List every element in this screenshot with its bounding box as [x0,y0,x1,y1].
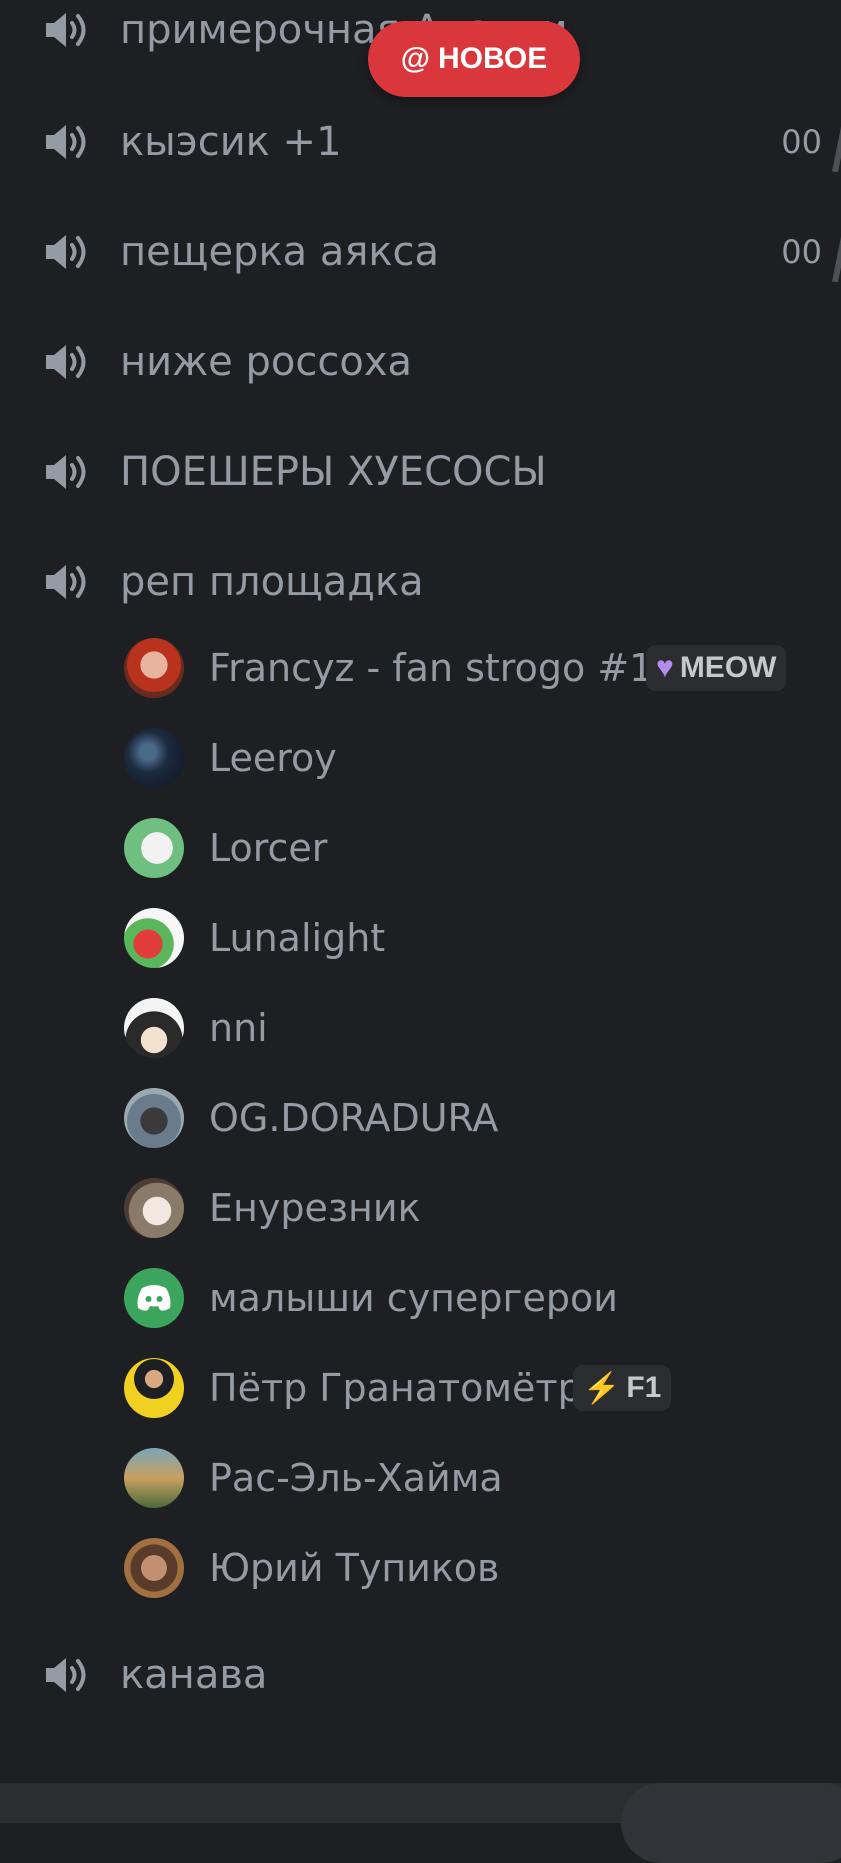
voice-member-lorcer[interactable]: Lorcer [0,803,841,893]
avatar [124,728,184,788]
new-pill-label: НОВОЕ [438,42,548,75]
voice-channel-kyesik[interactable]: кыэсик +1 00 [0,97,841,187]
voice-member-leeroy[interactable]: Leeroy [0,713,841,803]
channel-name: реп площадка [120,559,424,605]
voice-channel-nizhe-rossokha[interactable]: ниже россоха [0,317,841,407]
member-name: Francyz - fan strogo #1 [209,646,654,690]
member-name: Рас-Эль-Хайма [209,1456,503,1500]
discord-logo-icon [137,1285,171,1311]
channel-name: канава [120,1652,268,1698]
channel-name: ниже россоха [120,339,413,385]
channel-name: пещерка аякса [120,229,440,275]
avatar [124,1178,184,1238]
member-tag: ♥ MEOW [646,645,787,691]
avatar [124,908,184,968]
member-name: OG.DORADURA [209,1096,499,1140]
user-limit-divider [832,236,841,282]
member-name: Пётр Гранатомётр [209,1366,582,1410]
tag-text: MEOW [679,651,777,684]
user-limit: 00 [781,123,822,161]
voice-channel-kanava[interactable]: канава [0,1630,841,1720]
voice-channel-peshcherka[interactable]: пещерка аякса 00 [0,207,841,297]
voice-channel-poeshery[interactable]: ПОЕШЕРЫ ХУЕСОСЫ [0,427,841,517]
at-icon: @ [400,42,430,75]
speaker-icon [42,227,92,277]
lightning-icon: ⚡ [583,1371,621,1405]
avatar [124,638,184,698]
user-limit: 00 [781,233,822,271]
avatar [124,1268,184,1328]
voice-member-ras-el-khaima[interactable]: Рас-Эль-Хайма [0,1433,841,1523]
member-name: Юрий Тупиков [209,1546,500,1590]
speaker-icon [42,1650,92,1700]
speaker-icon [42,5,92,55]
member-name: nni [209,1006,268,1050]
voice-member-enureznik[interactable]: Енурезник [0,1163,841,1253]
purple-heart-icon: ♥ [656,651,674,684]
user-limit-divider [832,126,841,172]
voice-member-og-doradura[interactable]: OG.DORADURA [0,1073,841,1163]
speaker-icon [42,557,92,607]
new-messages-pill[interactable]: @ НОВОЕ [368,21,580,97]
member-name: Lorcer [209,826,328,870]
avatar [124,1088,184,1148]
member-name: Lunalight [209,916,386,960]
tag-text: F1 [626,1371,662,1404]
voice-member-petr[interactable]: Пётр Гранатомётр ⚡ F1 [0,1343,841,1433]
channel-name: ПОЕШЕРЫ ХУЕСОСЫ [120,449,547,495]
avatar [124,1448,184,1508]
voice-member-francyz[interactable]: Francyz - fan strogo #1 ♥ MEOW [0,623,841,713]
voice-member-lunalight[interactable]: Lunalight [0,893,841,983]
channel-name: кыэсик +1 [120,119,342,165]
voice-member-yuriy[interactable]: Юрий Тупиков [0,1523,841,1613]
voice-channel-rep-ploshchadka[interactable]: реп площадка [0,537,841,627]
voice-member-nni[interactable]: nni [0,983,841,1073]
member-name: Енурезник [209,1186,421,1230]
avatar [124,818,184,878]
member-tag: ⚡ F1 [573,1365,672,1411]
avatar [124,998,184,1058]
speaker-icon [42,447,92,497]
avatar [124,1358,184,1418]
bottom-panel-edge [621,1783,841,1863]
speaker-icon [42,117,92,167]
member-name: малыши супергерои [209,1276,618,1320]
voice-member-malyshi[interactable]: малыши супергерои [0,1253,841,1343]
member-name: Leeroy [209,736,337,780]
speaker-icon [42,337,92,387]
avatar [124,1538,184,1598]
